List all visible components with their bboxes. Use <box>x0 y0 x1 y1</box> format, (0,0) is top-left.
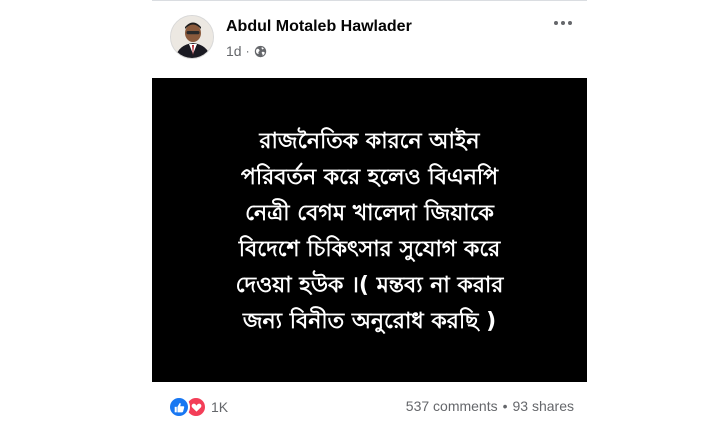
media-text-line: জন্য বিনীত অনুরোধ করছি ) <box>242 309 497 334</box>
media-text-line: পরিবর্তন করে হলেও বিএনপি <box>240 165 499 190</box>
shares-count-link[interactable]: 93 shares <box>513 398 574 414</box>
meta-separator: · <box>245 44 250 58</box>
like-icon <box>168 396 190 418</box>
globe-icon[interactable] <box>254 45 267 58</box>
page: Abdul Motaleb Hawlader 1d · রাজনৈতিক কার… <box>0 0 725 425</box>
author-name[interactable]: Abdul Motaleb Hawlader <box>226 18 412 36</box>
avatar-portrait-icon <box>171 16 213 58</box>
media-text-line: নেত্রী বেগম খালেদা জিয়াকে <box>245 201 494 226</box>
media-text-line: বিদেশে চিকিৎসার সুযোগ করে <box>238 237 501 262</box>
avatar[interactable] <box>170 15 214 59</box>
comments-count-link[interactable]: 537 comments <box>406 398 498 414</box>
post-meta: 1d · <box>226 43 267 59</box>
post-media[interactable]: রাজনৈতিক কারনে আইন পরিবর্তন করে হলেও বিএ… <box>152 78 587 382</box>
reaction-count: 1K <box>211 399 229 415</box>
post-footer: 1K 537 comments • 93 shares <box>152 391 587 421</box>
post-timestamp[interactable]: 1d <box>226 43 242 59</box>
media-text-line: দেওয়া হউক ।( মন্তব্য না করার <box>235 273 504 298</box>
more-dot <box>568 21 572 25</box>
post-card: Abdul Motaleb Hawlader 1d · রাজনৈতিক কার… <box>152 1 587 425</box>
media-text-line: রাজনৈতিক কারনে আইন <box>259 129 480 154</box>
stats-separator: • <box>502 398 508 414</box>
more-horizontal-icon[interactable] <box>551 13 575 33</box>
engagement-stats: 537 comments • 93 shares <box>406 398 574 414</box>
post-text-image: রাজনৈতিক কারনে আইন পরিবর্তন করে হলেও বিএ… <box>200 124 540 340</box>
more-dot <box>561 21 565 25</box>
more-dot <box>554 21 558 25</box>
reactions-summary[interactable]: 1K <box>168 396 228 418</box>
